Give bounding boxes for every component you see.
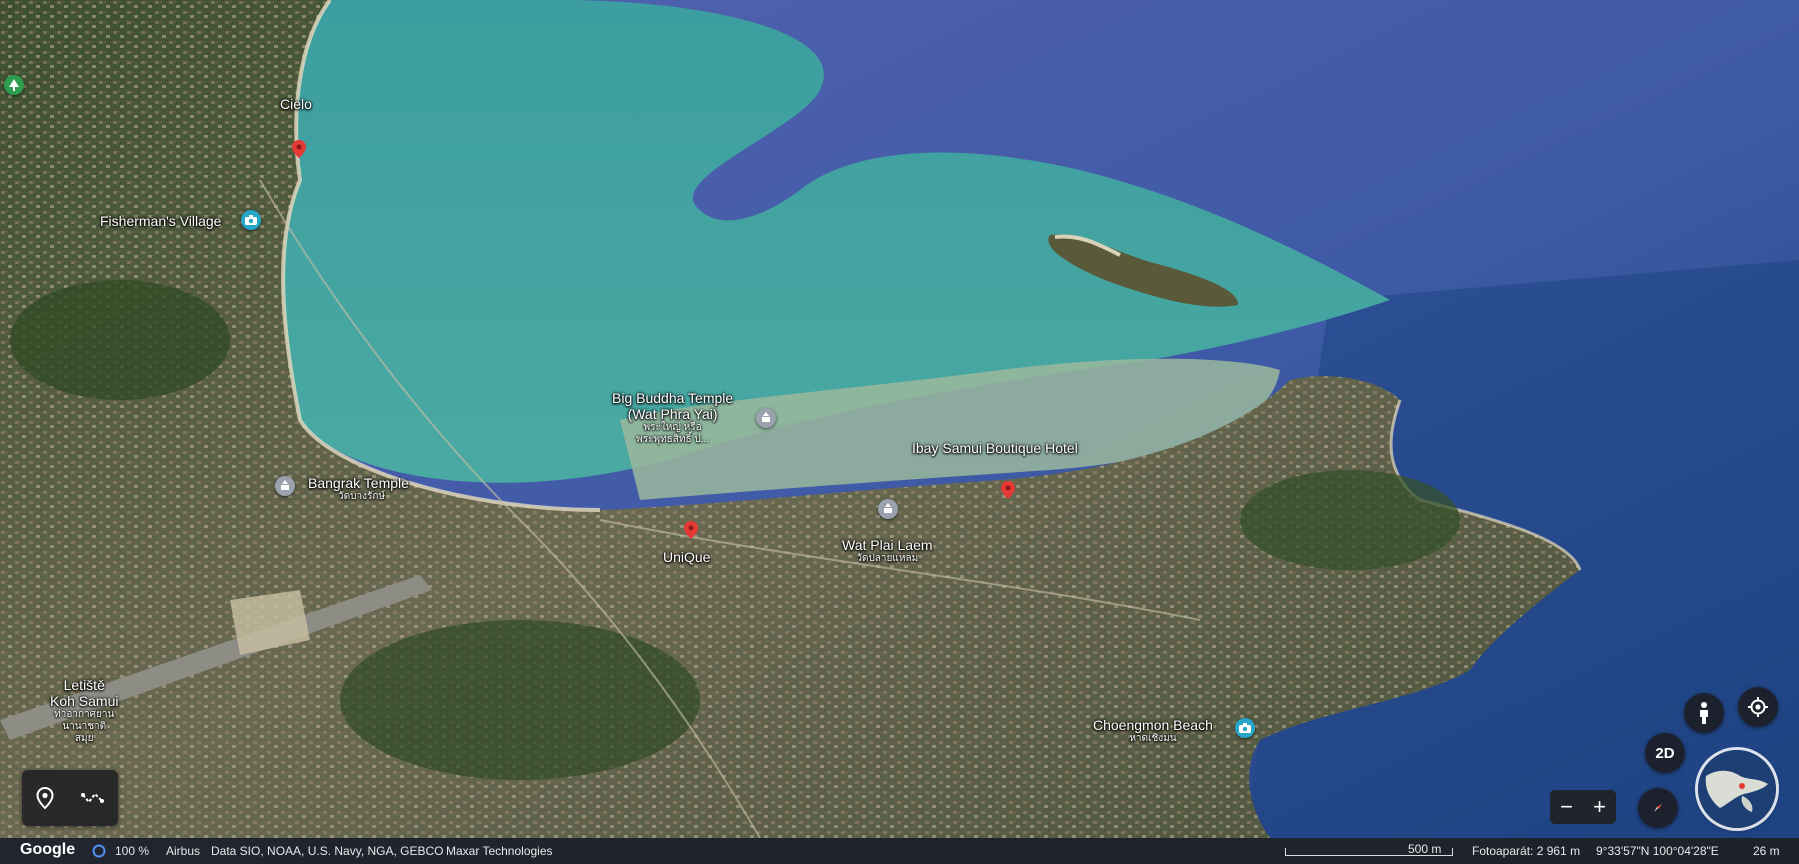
tool-panel — [22, 770, 118, 826]
temple-icon[interactable] — [756, 408, 776, 428]
street-view-button[interactable] — [1684, 693, 1724, 733]
attribution-airbus[interactable]: Airbus — [166, 844, 200, 858]
target-icon — [1748, 697, 1768, 717]
airport-thai-line1: ท่าอากาศยาน — [54, 709, 115, 720]
zoom-out-button[interactable]: − — [1560, 794, 1573, 820]
status-bar: Google 100 % Airbus Data SIO, NOAA, U.S.… — [0, 838, 1799, 864]
big-buddha-thai-line1: พระใหญ่ หรือ — [643, 422, 702, 433]
airport-name-line2: Koh Samui — [50, 693, 119, 709]
satellite-map[interactable] — [0, 0, 1799, 864]
zoom-controls: − + — [1550, 790, 1616, 824]
label-bangrak-temple[interactable]: Bangrak Temple วัดบางรักษ์ — [308, 475, 409, 503]
label-choengmon-beach[interactable]: Choengmon Beach หาดเชิงมน — [1093, 717, 1213, 745]
loading-indicator-icon — [92, 844, 106, 861]
red-pin-icon[interactable] — [292, 140, 306, 158]
red-pin-icon[interactable] — [1001, 481, 1015, 499]
camera-icon[interactable] — [241, 210, 261, 230]
attribution-data[interactable]: Data SIO, NOAA, U.S. Navy, NGA, GEBCO — [211, 844, 444, 858]
label-big-buddha-temple[interactable]: Big Buddha Temple (Wat Phra Yai) พระใหญ่… — [612, 390, 733, 446]
attribution-maxar[interactable]: Maxar Technologies — [446, 844, 553, 858]
person-icon — [1700, 702, 1708, 724]
red-pin-icon[interactable] — [684, 521, 698, 539]
globe-overview[interactable] — [1698, 750, 1776, 828]
wat-plai-laem-thai: วัดปลายแหลม — [856, 553, 919, 564]
temple-icon[interactable] — [275, 476, 295, 496]
big-buddha-thai-line2: พระพุทธสิทธิ์ ป... — [636, 434, 710, 445]
label-ibay-samui[interactable]: Ibay Samui Boutique Hotel — [912, 440, 1078, 456]
scale-bar — [1285, 848, 1453, 856]
camera-icon[interactable] — [1235, 718, 1255, 738]
bangrak-thai: วัดบางรักษ์ — [338, 491, 385, 502]
airport-thai-line2: นานาชาติ — [62, 721, 107, 732]
google-logo: Google — [20, 841, 76, 858]
toggle-2d-button[interactable]: 2D — [1645, 733, 1685, 773]
elevation: 26 m — [1753, 844, 1780, 858]
wat-plai-laem-name: Wat Plai Laem — [842, 537, 933, 553]
big-buddha-name-line1: Big Buddha Temple — [612, 390, 734, 406]
camera-altitude: Fotoaparát: 2 961 m — [1472, 844, 1581, 858]
zoom-in-button[interactable]: + — [1593, 794, 1606, 820]
measure-path-icon[interactable] — [80, 790, 105, 806]
big-buddha-name-line2: (Wat Phra Yai) — [627, 406, 718, 422]
choengmon-name: Choengmon Beach — [1093, 717, 1213, 733]
label-airport[interactable]: Letiště Koh Samui ท่าอากาศยาน นานาชาติ ส… — [50, 677, 118, 745]
airport-name-line1: Letiště — [63, 677, 105, 693]
coordinates: 9°33'57"N 100°04'28"E — [1596, 844, 1719, 858]
airport-thai-line3: สมุย — [74, 733, 94, 744]
park-icon[interactable] — [4, 75, 24, 95]
label-unique[interactable]: UniQue — [663, 549, 710, 565]
temple-icon[interactable] — [878, 499, 898, 519]
bangrak-name: Bangrak Temple — [308, 475, 409, 491]
my-location-button[interactable] — [1738, 687, 1778, 727]
place-marker-icon[interactable] — [35, 787, 54, 809]
choengmon-thai: หาดเชิงมน — [1129, 733, 1177, 744]
label-wat-plai-laem[interactable]: Wat Plai Laem วัดปลายแหลม — [842, 537, 933, 565]
zoom-percent: 100 % — [115, 844, 150, 858]
compass-button[interactable] — [1638, 788, 1678, 828]
label-cielo[interactable]: Cielo — [280, 96, 312, 112]
label-fishermans-village[interactable]: Fisherman's Village — [100, 213, 221, 229]
compass-icon — [1654, 804, 1662, 812]
